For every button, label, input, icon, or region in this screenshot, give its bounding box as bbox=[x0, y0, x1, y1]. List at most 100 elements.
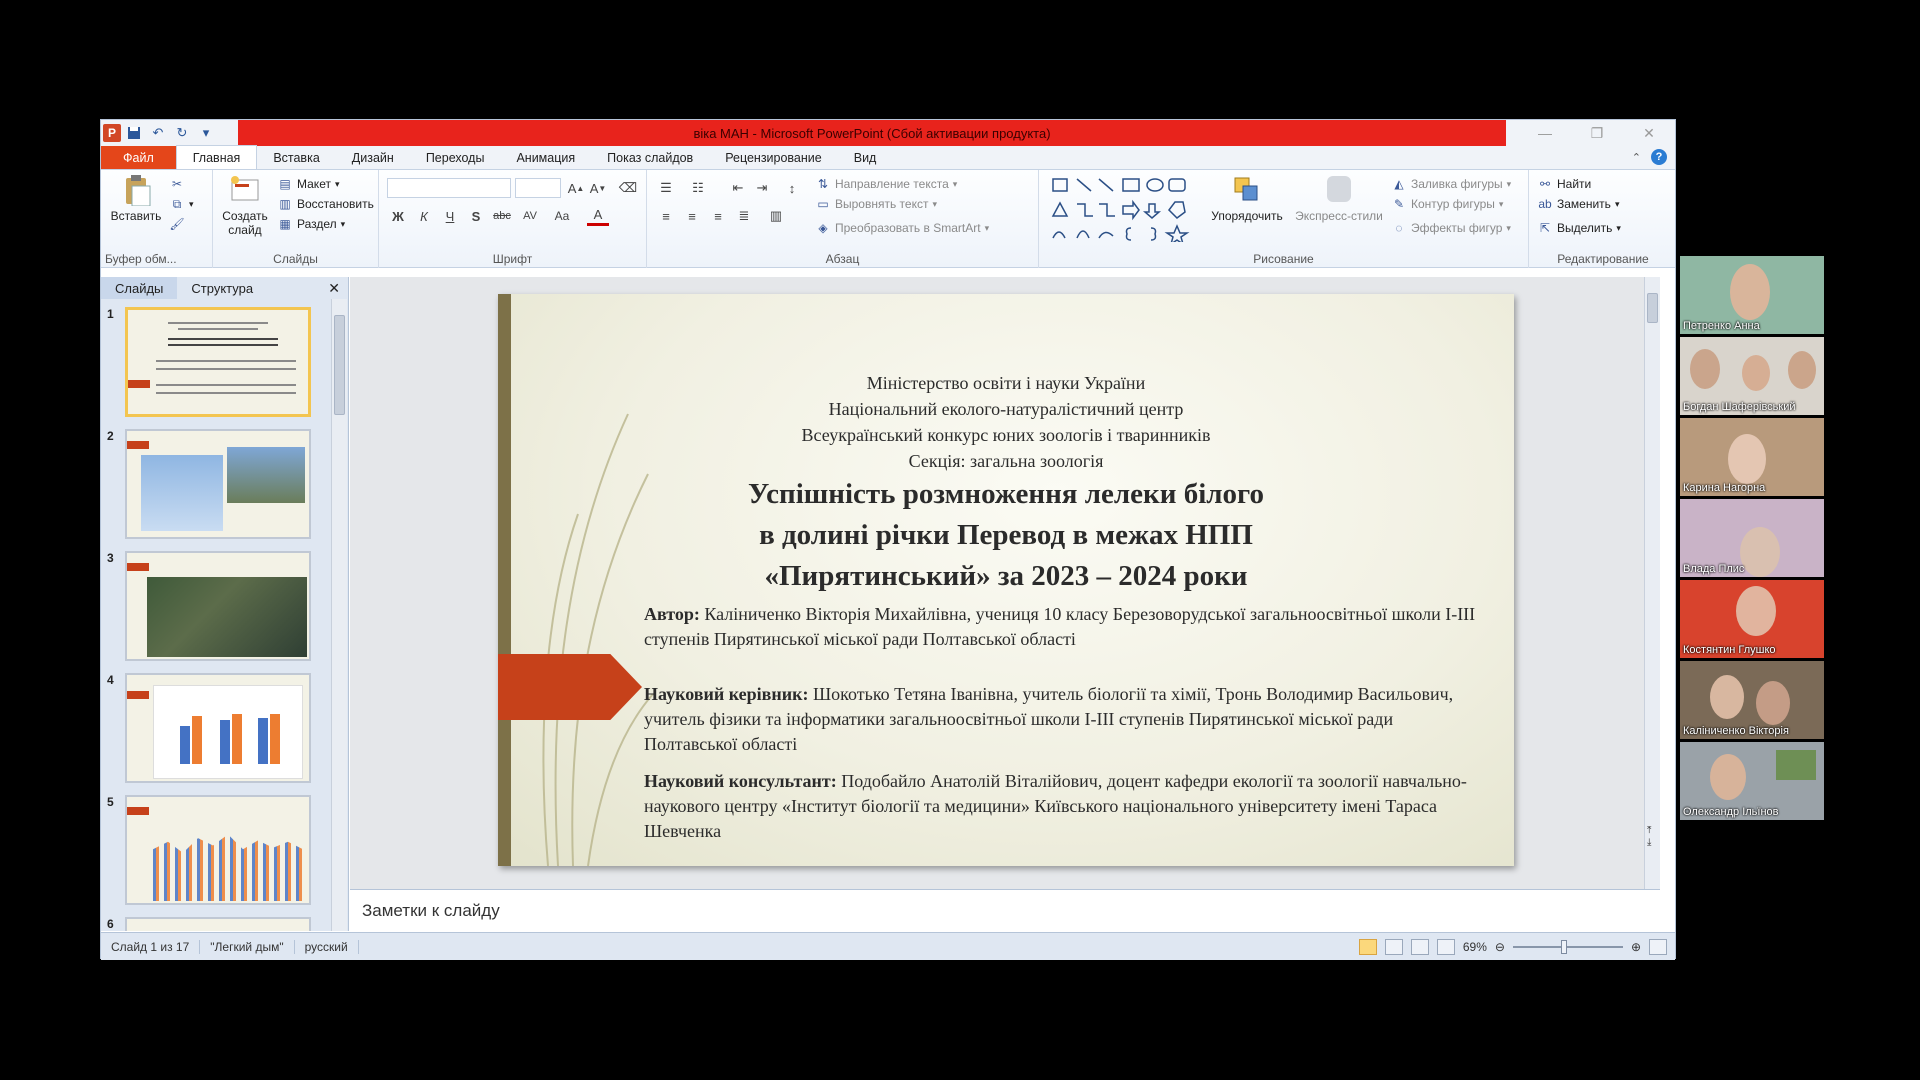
numbering-icon[interactable]: ☷ bbox=[687, 178, 709, 198]
italic-button[interactable]: К bbox=[413, 206, 435, 226]
text-direction-button[interactable]: ⇅ Направление текста ▾ bbox=[815, 174, 957, 194]
shape-effects-button[interactable]: ◌ Эффекты фигур ▾ bbox=[1391, 218, 1511, 238]
arrange-button[interactable]: Упорядочить bbox=[1207, 174, 1287, 223]
fit-to-window-icon[interactable] bbox=[1649, 938, 1667, 955]
thumbnail-slide-2[interactable] bbox=[125, 429, 311, 539]
language[interactable]: русский bbox=[295, 939, 359, 954]
reset-button[interactable]: ▥ Восстановить bbox=[277, 194, 374, 214]
line-spacing-icon[interactable]: ↕ bbox=[781, 178, 803, 198]
tab-outline[interactable]: Структура bbox=[177, 277, 267, 299]
grow-font-icon[interactable]: A ▲ bbox=[565, 178, 587, 198]
slide-thumbnail[interactable]: 5 bbox=[107, 795, 311, 905]
align-center-icon[interactable]: ≡ bbox=[681, 206, 703, 226]
align-right-icon[interactable]: ≡ bbox=[707, 206, 729, 226]
participant-tile[interactable]: Петренко Анна bbox=[1680, 256, 1824, 334]
tab-design[interactable]: Дизайн bbox=[336, 147, 410, 169]
slide-thumbnail[interactable]: 4 bbox=[107, 673, 311, 783]
shadow-button[interactable]: S bbox=[465, 206, 487, 226]
participant-tile[interactable]: Богдан Шаферівський bbox=[1680, 337, 1824, 415]
tab-home[interactable]: Главная bbox=[175, 145, 258, 169]
increase-indent-icon[interactable]: ⇥ bbox=[751, 178, 773, 198]
align-left-icon[interactable]: ≡ bbox=[655, 206, 677, 226]
thumbnails-scrollbar[interactable] bbox=[331, 299, 347, 931]
shape-fill-button[interactable]: ◭ Заливка фигуры ▾ bbox=[1391, 174, 1511, 194]
minimize-icon[interactable]: — bbox=[1519, 120, 1571, 146]
smartart-button[interactable]: ◈ Преобразовать в SmartArt ▾ bbox=[815, 218, 989, 238]
clear-formatting-icon[interactable]: ⌫ bbox=[617, 178, 639, 198]
shapes-gallery[interactable] bbox=[1051, 176, 1197, 242]
canvas-scrollbar[interactable]: ⤒ ⤓ bbox=[1644, 277, 1660, 889]
change-case-button[interactable]: Aa bbox=[551, 206, 573, 226]
prev-next-slide-icon[interactable]: ⤒ ⤓ bbox=[1647, 825, 1651, 849]
cut-button[interactable]: ✂ bbox=[169, 174, 185, 194]
tab-review[interactable]: Рецензирование bbox=[709, 147, 838, 169]
bullets-icon[interactable]: ☰ bbox=[655, 178, 677, 198]
tab-transitions[interactable]: Переходы bbox=[410, 147, 501, 169]
slide-thumbnail[interactable]: 1 bbox=[107, 307, 311, 417]
tab-insert[interactable]: Вставка bbox=[257, 147, 335, 169]
columns-icon[interactable]: ▥ bbox=[765, 206, 787, 226]
zoom-level[interactable]: 69% bbox=[1463, 940, 1487, 954]
tab-slides[interactable]: Слайды bbox=[101, 277, 178, 299]
shape-outline-button[interactable]: ✎ Контур фигуры ▾ bbox=[1391, 194, 1503, 214]
thumbnail-slide-1[interactable] bbox=[125, 307, 311, 417]
notes-pane[interactable]: Заметки к слайду bbox=[350, 889, 1660, 931]
zoom-out-icon[interactable]: ⊖ bbox=[1495, 940, 1505, 954]
font-name-combo[interactable] bbox=[387, 178, 511, 198]
thumbnail-slide-4[interactable] bbox=[125, 673, 311, 783]
normal-view-icon[interactable] bbox=[1358, 938, 1377, 955]
zoom-in-icon[interactable]: ⊕ bbox=[1631, 940, 1641, 954]
bold-button[interactable]: Ж bbox=[387, 206, 409, 226]
thumbnail-slide-3[interactable] bbox=[125, 551, 311, 661]
help-icon[interactable]: ? bbox=[1651, 149, 1667, 165]
new-slide-button[interactable]: Создать слайд bbox=[217, 174, 273, 237]
paste-button[interactable]: Вставить bbox=[107, 174, 165, 223]
shrink-font-icon[interactable]: A ▼ bbox=[587, 178, 609, 198]
slide-thumbnail[interactable]: 2 bbox=[107, 429, 311, 539]
save-icon[interactable] bbox=[123, 122, 145, 144]
char-spacing-button[interactable]: AV bbox=[519, 206, 541, 226]
layout-button[interactable]: ▤ Макет ▾ bbox=[277, 174, 339, 194]
format-painter-button[interactable]: 🖌 bbox=[169, 214, 185, 234]
customize-qat-icon[interactable]: ▾ bbox=[195, 122, 217, 144]
restore-icon[interactable]: ❐ bbox=[1571, 120, 1623, 146]
justify-icon[interactable]: ≣ bbox=[733, 206, 755, 226]
copy-button[interactable]: ⧉ ▾ bbox=[169, 194, 194, 214]
slide-sorter-view-icon[interactable] bbox=[1384, 938, 1403, 955]
font-color-button[interactable]: A bbox=[587, 206, 609, 226]
strikethrough-button[interactable]: abc bbox=[491, 206, 513, 226]
close-icon[interactable]: ✕ bbox=[1623, 120, 1675, 146]
participant-tile[interactable]: Карина Нагорна bbox=[1680, 418, 1824, 496]
collapse-ribbon-icon[interactable]: ⌃ bbox=[1632, 151, 1641, 164]
participant-tile[interactable]: Костянтин Глушко bbox=[1680, 580, 1824, 658]
align-text-button[interactable]: ▭ Выровнять текст ▾ bbox=[815, 194, 937, 214]
tab-slideshow[interactable]: Показ слайдов bbox=[591, 147, 709, 169]
participant-tile[interactable]: Каліниченко Вікторія bbox=[1680, 661, 1824, 739]
decrease-indent-icon[interactable]: ⇤ bbox=[727, 178, 749, 198]
select-button[interactable]: ⇱ Выделить ▾ bbox=[1537, 218, 1621, 238]
section-button[interactable]: ▦ Раздел ▾ bbox=[277, 214, 345, 234]
tab-animation[interactable]: Анимация bbox=[500, 147, 591, 169]
slideshow-view-icon[interactable] bbox=[1436, 938, 1455, 955]
font-size-combo[interactable] bbox=[515, 178, 561, 198]
slide-thumbnail[interactable]: 6 bbox=[107, 917, 311, 931]
zoom-slider[interactable] bbox=[1512, 939, 1623, 954]
undo-icon[interactable]: ↶ bbox=[147, 122, 169, 144]
participant-tile[interactable]: Олександр Ільїнов bbox=[1680, 742, 1824, 820]
find-button[interactable]: ⚯ Найти bbox=[1537, 174, 1591, 194]
quick-styles-button[interactable]: Экспресс-стили bbox=[1291, 174, 1387, 223]
participant-tile[interactable]: Влада Плис bbox=[1680, 499, 1824, 577]
video-participants-panel: Петренко Анна Богдан Шаферівський Карина… bbox=[1680, 256, 1824, 823]
underline-button[interactable]: Ч bbox=[439, 206, 461, 226]
close-panel-icon[interactable]: ✕ bbox=[328, 280, 340, 297]
slide-1[interactable]: Міністерство освіти і науки України Наці… bbox=[498, 294, 1514, 866]
thumbnail-slide-5[interactable] bbox=[125, 795, 311, 905]
tab-view[interactable]: Вид bbox=[838, 147, 893, 169]
powerpoint-logo-icon[interactable]: P bbox=[103, 124, 121, 142]
replace-button[interactable]: ab Заменить ▾ bbox=[1537, 194, 1619, 214]
tab-file[interactable]: Файл bbox=[101, 146, 176, 169]
redo-icon[interactable]: ↻ bbox=[171, 122, 193, 144]
slide-thumbnail[interactable]: 3 bbox=[107, 551, 311, 661]
reading-view-icon[interactable] bbox=[1410, 938, 1429, 955]
thumbnail-slide-6[interactable] bbox=[125, 917, 311, 931]
